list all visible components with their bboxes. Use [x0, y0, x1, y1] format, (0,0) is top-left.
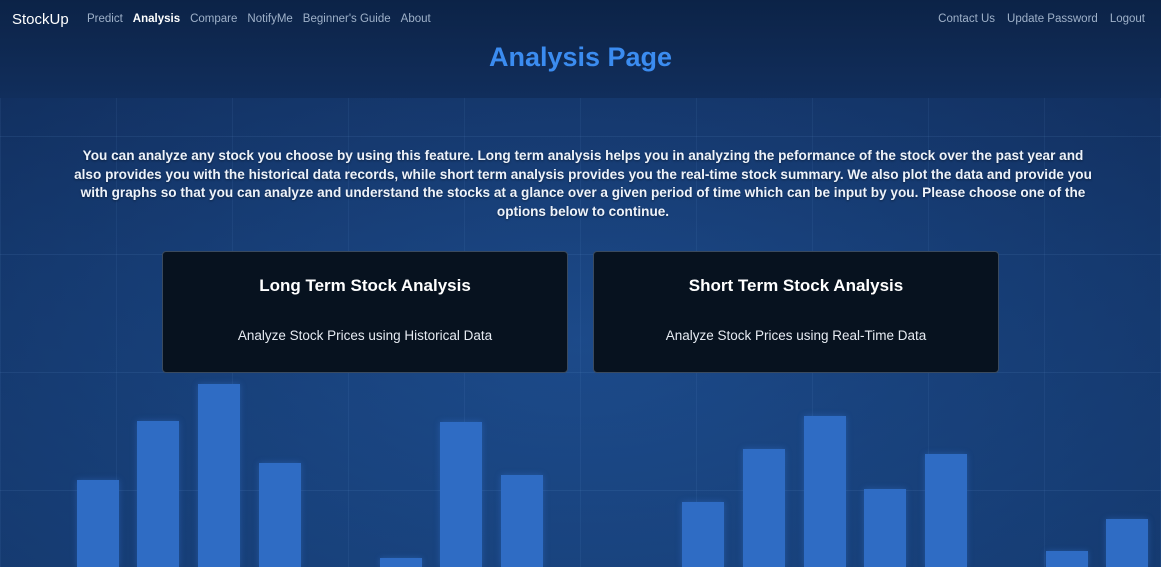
nav-link-beginners-guide[interactable]: Beginner's Guide	[303, 13, 391, 25]
nav-link-about[interactable]: About	[401, 13, 431, 25]
background-bar	[137, 421, 179, 567]
background-bar	[804, 416, 846, 567]
navbar: StockUp Predict Analysis Compare NotifyM…	[0, 0, 1161, 40]
background-bar	[743, 449, 785, 567]
nav-link-contact-us[interactable]: Contact Us	[938, 13, 995, 25]
background-bar	[501, 475, 543, 567]
background-bar	[864, 489, 906, 567]
background-bar	[1046, 551, 1088, 567]
nav-right-links: Contact Us Update Password Logout	[926, 13, 1145, 25]
background-bar	[77, 480, 119, 567]
page-header: StockUp Predict Analysis Compare NotifyM…	[0, 0, 1161, 98]
nav-link-compare[interactable]: Compare	[190, 13, 237, 25]
intro-description: You can analyze any stock you choose by …	[74, 148, 1092, 219]
background-bar	[1106, 519, 1148, 567]
background-bar	[380, 558, 422, 567]
page-title: Analysis Page	[488, 42, 673, 72]
nav-link-analysis[interactable]: Analysis	[133, 13, 180, 25]
nav-left-links: Predict Analysis Compare NotifyMe Beginn…	[87, 13, 441, 25]
short-term-card-title: Short Term Stock Analysis	[688, 276, 904, 295]
short-term-analysis-card[interactable]: Short Term Stock Analysis Analyze Stock …	[593, 251, 999, 373]
nav-link-update-password[interactable]: Update Password	[1007, 13, 1098, 25]
short-term-card-description: Analyze Stock Prices using Real-Time Dat…	[665, 328, 927, 343]
nav-link-notifyme[interactable]: NotifyMe	[247, 13, 292, 25]
long-term-analysis-card[interactable]: Long Term Stock Analysis Analyze Stock P…	[162, 251, 568, 373]
nav-link-predict[interactable]: Predict	[87, 13, 123, 25]
nav-link-logout[interactable]: Logout	[1110, 13, 1145, 25]
background-bar	[925, 454, 967, 567]
background-bar	[198, 384, 240, 567]
background-bar	[682, 502, 724, 567]
brand-logo-link[interactable]: StockUp	[12, 11, 69, 28]
background-bar	[440, 422, 482, 567]
long-term-card-title: Long Term Stock Analysis	[259, 276, 471, 295]
long-term-card-description: Analyze Stock Prices using Historical Da…	[237, 328, 493, 343]
background-bar	[259, 463, 301, 567]
